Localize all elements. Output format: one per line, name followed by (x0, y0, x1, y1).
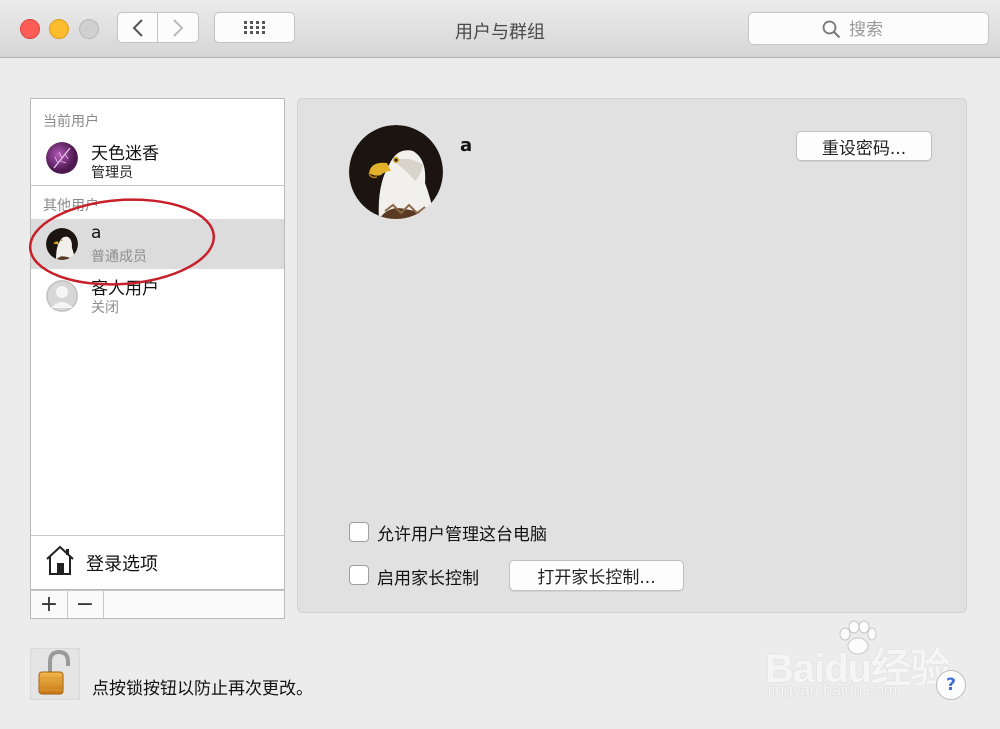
user-detail-panel: a 重设密码... 允许用户管理这台电脑 启用家长控制 打开家长控制... (297, 98, 967, 613)
question-mark-icon: ? (946, 675, 956, 695)
parental-controls-label[interactable]: 启用家长控制 (377, 564, 479, 589)
allow-admin-checkbox[interactable] (349, 522, 369, 542)
other-users-heading: 其他用户 (43, 198, 99, 214)
generic-user-avatar (46, 280, 78, 312)
allow-admin-label[interactable]: 允许用户管理这台电脑 (377, 520, 547, 545)
user-role: 管理员 (91, 165, 133, 181)
divider (31, 185, 284, 186)
eagle-avatar[interactable] (349, 125, 443, 219)
user-role: 普通成员 (91, 249, 147, 265)
user-full-name: a (460, 135, 473, 156)
list-toolbar: + − (30, 590, 285, 619)
watermark-url: jingyan.baidu.com (768, 682, 897, 699)
eagle-avatar (46, 228, 78, 260)
plus-icon: + (39, 591, 59, 617)
help-button[interactable]: ? (936, 670, 966, 700)
minus-icon: − (75, 591, 95, 617)
add-user-button[interactable]: + (31, 591, 68, 618)
user-role: 关闭 (91, 300, 119, 316)
user-name: 客人用户 (91, 279, 159, 299)
login-options-label: 登录选项 (86, 554, 158, 575)
lock-status-text: 点按锁按钮以防止再次更改。 (92, 679, 313, 699)
search-input[interactable] (847, 17, 981, 43)
open-parental-controls-button[interactable]: 打开家长控制... (509, 560, 684, 591)
paw-icon (839, 620, 877, 655)
parental-controls-checkbox[interactable] (349, 565, 369, 585)
watermark-brand: Baidu经验 (765, 647, 950, 691)
current-users-heading: 当前用户 (43, 114, 99, 130)
search-icon (822, 20, 841, 39)
user-row-guest[interactable]: 客人用户 关闭 (31, 271, 284, 321)
lock-icon[interactable] (29, 647, 81, 701)
user-list: 当前用户 天色迷香 管理员 其他用户 a 普通成员 客人用户 关闭 登录选项 (30, 98, 285, 590)
window-titlebar: 用户与群组 (0, 0, 1000, 58)
baidu-watermark: Baidu经验 jingyan.baidu.com (765, 620, 955, 710)
house-icon (46, 545, 74, 575)
remove-user-button[interactable]: − (67, 591, 104, 618)
purple-leaf-avatar (46, 142, 78, 174)
reset-password-button[interactable]: 重设密码... (796, 131, 932, 161)
user-name: 天色迷香 (91, 144, 159, 164)
search-field[interactable] (748, 12, 989, 45)
user-name: a (91, 223, 102, 243)
user-row-a[interactable]: a 普通成员 (31, 219, 284, 269)
user-row-current[interactable]: 天色迷香 管理员 (31, 133, 284, 183)
login-options-item[interactable]: 登录选项 (31, 536, 284, 590)
